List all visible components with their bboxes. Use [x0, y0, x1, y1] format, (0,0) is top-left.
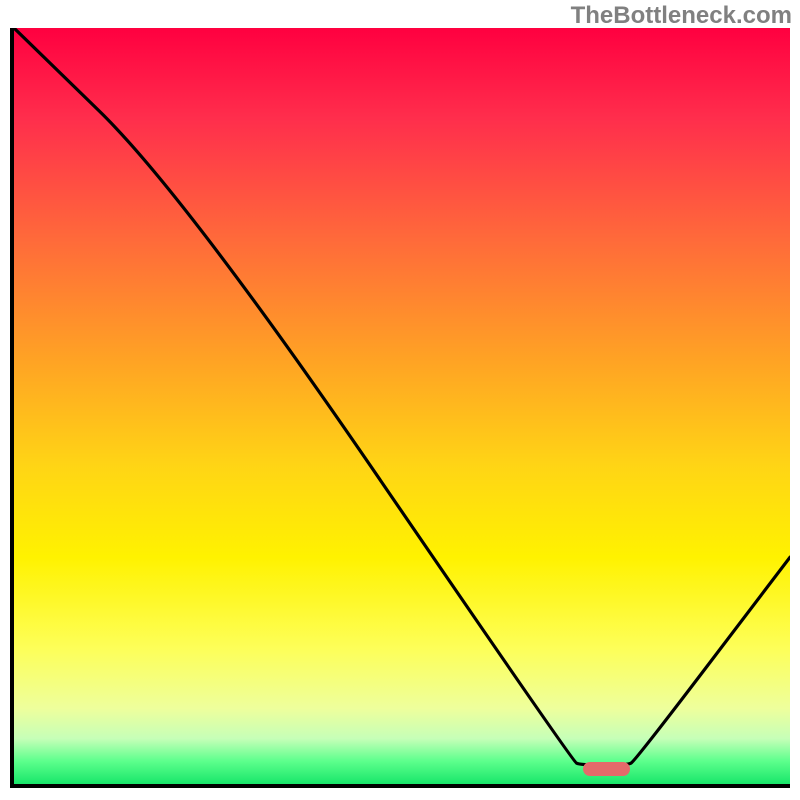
chart-container: TheBottleneck.com [0, 0, 800, 800]
curve-line [14, 28, 790, 784]
attribution-label: TheBottleneck.com [571, 2, 792, 30]
optimal-marker [583, 762, 630, 776]
plot-area [10, 28, 790, 788]
